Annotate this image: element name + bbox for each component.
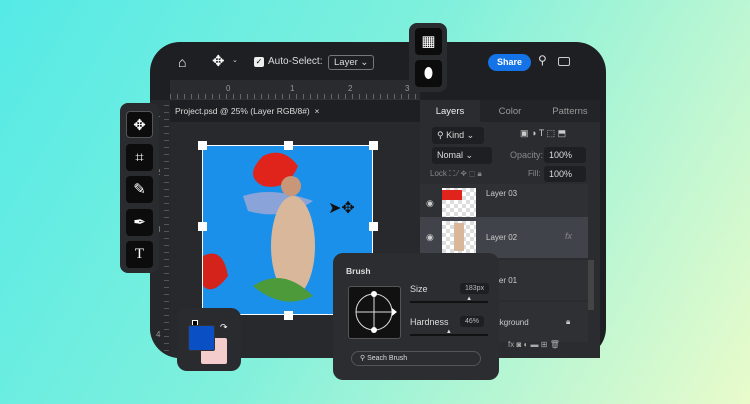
document-tab[interactable]: Project.psd @ 25% (Layer RGB/8#) × <box>170 100 420 122</box>
healing-brush-tool[interactable]: ⬮ <box>415 60 442 87</box>
foreground-color[interactable] <box>188 325 215 351</box>
eye-icon[interactable]: ◉ <box>426 198 434 209</box>
tab-color[interactable]: Color <box>480 100 540 122</box>
workspace-icon[interactable] <box>558 57 570 66</box>
color-swatches: ↷ <box>177 308 241 371</box>
size-slider[interactable]: ▲ <box>410 301 488 303</box>
share-button[interactable]: Share <box>488 54 531 71</box>
pen-tool[interactable]: ✒ <box>126 209 153 236</box>
brush-tool[interactable]: ✎ <box>126 176 153 203</box>
eye-icon[interactable]: ◉ <box>426 232 434 243</box>
layer-select[interactable]: Layer ⌄ <box>328 55 374 70</box>
move-cursor-icon: ➤✥ <box>328 198 355 218</box>
move-tool-icon[interactable]: ✥ <box>212 52 225 70</box>
ruler-tick: 1 <box>290 84 294 93</box>
home-icon[interactable]: ⌂ <box>178 54 186 70</box>
lock-icon: 🔒︎ <box>566 317 570 327</box>
opacity-field[interactable]: 100% <box>544 147 586 163</box>
hardness-value[interactable]: 46% <box>460 316 484 327</box>
close-tab-icon[interactable]: × <box>315 106 320 116</box>
layer-actions-icons[interactable]: fx ◙ ◐ ▬ ⊞ 🗑︎ <box>508 340 560 349</box>
fill-field[interactable]: 100% <box>544 166 586 182</box>
pen-icon: ✒ <box>133 214 146 231</box>
ruler-tick: 0 <box>226 84 230 93</box>
search-icon[interactable]: ⚲ <box>538 53 547 67</box>
kind-label: Kind <box>446 130 464 140</box>
move-icon: ✥ <box>133 117 146 134</box>
hardness-label: Hardness <box>410 317 449 327</box>
move-tool[interactable]: ✥ <box>126 111 153 138</box>
top-ruler: 0 1 2 3 <box>170 80 420 100</box>
tools-panel: ✥ ⌗ ✎ ✒ T <box>120 103 159 273</box>
fill-label: Fill: <box>528 169 540 178</box>
fill-value: 100% <box>549 169 572 179</box>
brush-panel-title: Brush <box>346 266 371 276</box>
bandage-icon: ⬮ <box>424 65 433 82</box>
blend-mode-select[interactable]: Nomal ⌄ <box>432 147 492 164</box>
search-placeholder: Seach Brush <box>367 355 407 362</box>
tab-layers[interactable]: Layers <box>420 100 480 122</box>
tab-patterns[interactable]: Patterns <box>540 100 600 122</box>
swap-colors-icon[interactable]: ↷ <box>220 322 228 333</box>
chevron-down-icon[interactable]: ⌄ <box>232 56 238 64</box>
layer-select-value: Layer <box>334 57 358 68</box>
transform-handle[interactable] <box>369 222 378 231</box>
search-icon: ⚲ <box>360 355 365 362</box>
size-label: Size <box>410 284 428 294</box>
type-icon: T <box>135 246 144 262</box>
top-toolbar: ⌂ ✥ ⌄ ✓ Auto-Select: Layer ⌄ Share ⚲ <box>150 42 606 80</box>
auto-select-label: Auto-Select: <box>268 56 322 67</box>
fx-badge[interactable]: fx <box>565 231 572 241</box>
transform-handle[interactable] <box>369 141 378 150</box>
slider-thumb[interactable]: ▲ <box>466 296 472 302</box>
hardness-slider[interactable]: ▲ <box>410 334 488 336</box>
brush-preview[interactable] <box>348 286 401 339</box>
transform-handle[interactable] <box>284 141 293 150</box>
lock-icons[interactable]: ⛶ ⁄ ✥ ⬚ 🔒︎ <box>449 169 482 178</box>
opacity-label: Opacity: <box>510 150 543 160</box>
crop-icon: ⌗ <box>135 149 143 166</box>
transform-handle[interactable] <box>198 222 207 231</box>
layer-thumbnail <box>442 221 476 253</box>
layer-name: Layer 02 <box>486 233 517 242</box>
transform-handle[interactable] <box>198 141 207 150</box>
ruler-tick: 4 <box>156 330 160 339</box>
brush-panel: Brush Size 183px ▲ Hardness 46% ▲ ⚲ Seac… <box>333 253 499 380</box>
layer-row-selected[interactable]: ◉ Layer 02 fx <box>420 217 588 258</box>
document-title: Project.psd @ 25% (Layer RGB/8#) <box>175 106 310 116</box>
layer-name: Layer 03 <box>486 189 517 198</box>
transform-handle[interactable] <box>284 311 293 320</box>
crop-tool[interactable]: ⌗ <box>126 144 153 171</box>
floating-toolbar-top: ▦ ⬮ <box>409 23 447 92</box>
ruler-tick: 2 <box>348 84 352 93</box>
slider-thumb[interactable]: ▲ <box>446 329 452 335</box>
blend-mode-value: Nomal <box>437 150 463 160</box>
brush-angle-icon <box>349 287 400 338</box>
brush-icon: ✎ <box>133 181 146 198</box>
opacity-value: 100% <box>549 150 572 160</box>
kind-filter[interactable]: ⚲ Kind ⌄ <box>432 127 484 144</box>
auto-select-checkbox[interactable]: ✓ <box>254 57 264 67</box>
scrollbar[interactable] <box>588 260 594 310</box>
select-subject-tool[interactable]: ▦ <box>415 28 442 55</box>
size-value[interactable]: 183px <box>460 283 489 294</box>
type-tool[interactable]: T <box>126 241 153 268</box>
chip-icon: ▦ <box>421 33 435 50</box>
layer-thumbnail <box>442 188 476 220</box>
lock-label: Lock <box>430 169 447 178</box>
brush-search-input[interactable]: ⚲ Seach Brush <box>351 351 481 366</box>
filter-icons[interactable]: ▣ ◑ T ⬚ ⬒ <box>520 128 566 139</box>
